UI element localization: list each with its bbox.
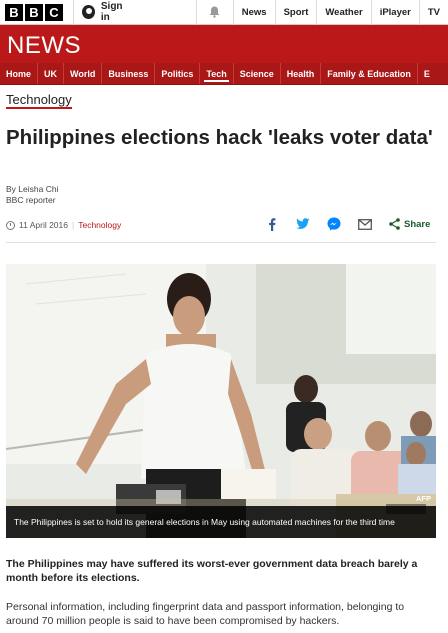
nav-uk[interactable]: UK [37,63,63,84]
nav-more[interactable]: E [416,63,436,84]
nav-family-education[interactable]: Family & Education [320,63,417,84]
news-logo[interactable]: NEWS [7,32,81,60]
divider [6,242,436,243]
article-date: 11 April 2016 [19,220,68,230]
image-caption: The Philippines is set to hold its gener… [6,506,436,538]
share-label: Share [404,218,431,230]
article-headline: Philippines elections hack 'leaks voter … [6,126,433,149]
facebook-icon [269,217,276,231]
email-share-button[interactable] [358,217,372,231]
global-header: B B C Sign in News Sport Weather iPlayer… [0,0,448,25]
top-nav-sport[interactable]: Sport [274,0,317,25]
article-meta: 11 April 2016 | Technology [6,220,121,230]
messenger-share-button[interactable] [327,217,341,231]
byline: By Leisha Chi BBC reporter [6,184,58,206]
twitter-share-button[interactable] [296,217,310,231]
nav-business[interactable]: Business [101,63,154,84]
author-name: By Leisha Chi [6,184,59,194]
nav-politics[interactable]: Politics [154,63,199,84]
article-paragraph: Personal information, including fingerpr… [6,601,405,627]
nav-health[interactable]: Health [279,63,321,84]
nav-science[interactable]: Science [232,63,280,84]
email-icon [358,218,372,230]
bbc-logo[interactable]: B B C [5,3,63,21]
twitter-icon [296,218,310,229]
article-lead: The Philippines may have suffered its wo… [6,558,418,584]
top-nav-tv[interactable]: TV [418,0,448,25]
nav-home[interactable]: Home [0,63,37,84]
top-nav-weather[interactable]: Weather [316,0,370,25]
bbc-logo-letter: C [45,3,63,21]
messenger-icon [327,217,341,231]
author-role: BBC reporter [6,195,56,205]
share-button[interactable]: Share [389,218,430,230]
article-category-link[interactable]: Technology [78,220,121,230]
share-tools: Share [265,217,430,231]
account-icon [82,5,95,19]
section-underline [6,107,72,109]
bbc-logo-letter: B [25,3,43,21]
top-nav: News Sport Weather iPlayer TV [232,0,448,25]
article-photo [6,264,436,538]
section-nav: Home UK World Business Politics Tech Sci… [0,63,448,85]
share-icon [389,218,400,230]
facebook-share-button[interactable] [265,217,279,231]
notifications-button[interactable] [195,0,233,25]
article-image: AFP [6,264,436,538]
meta-separator: | [72,220,75,230]
signin-label: Sign in [100,1,123,23]
top-nav-iplayer[interactable]: iPlayer [370,0,419,25]
signin-link[interactable]: Sign in [73,0,140,25]
nav-world[interactable]: World [63,63,101,84]
bbc-logo-letter: B [5,3,23,21]
nav-tech[interactable]: Tech [199,63,232,84]
news-banner: NEWS [0,25,448,63]
clock-icon [6,220,15,230]
bell-icon [209,6,220,18]
top-nav-news[interactable]: News [232,0,275,25]
image-credit: AFP [416,494,431,503]
